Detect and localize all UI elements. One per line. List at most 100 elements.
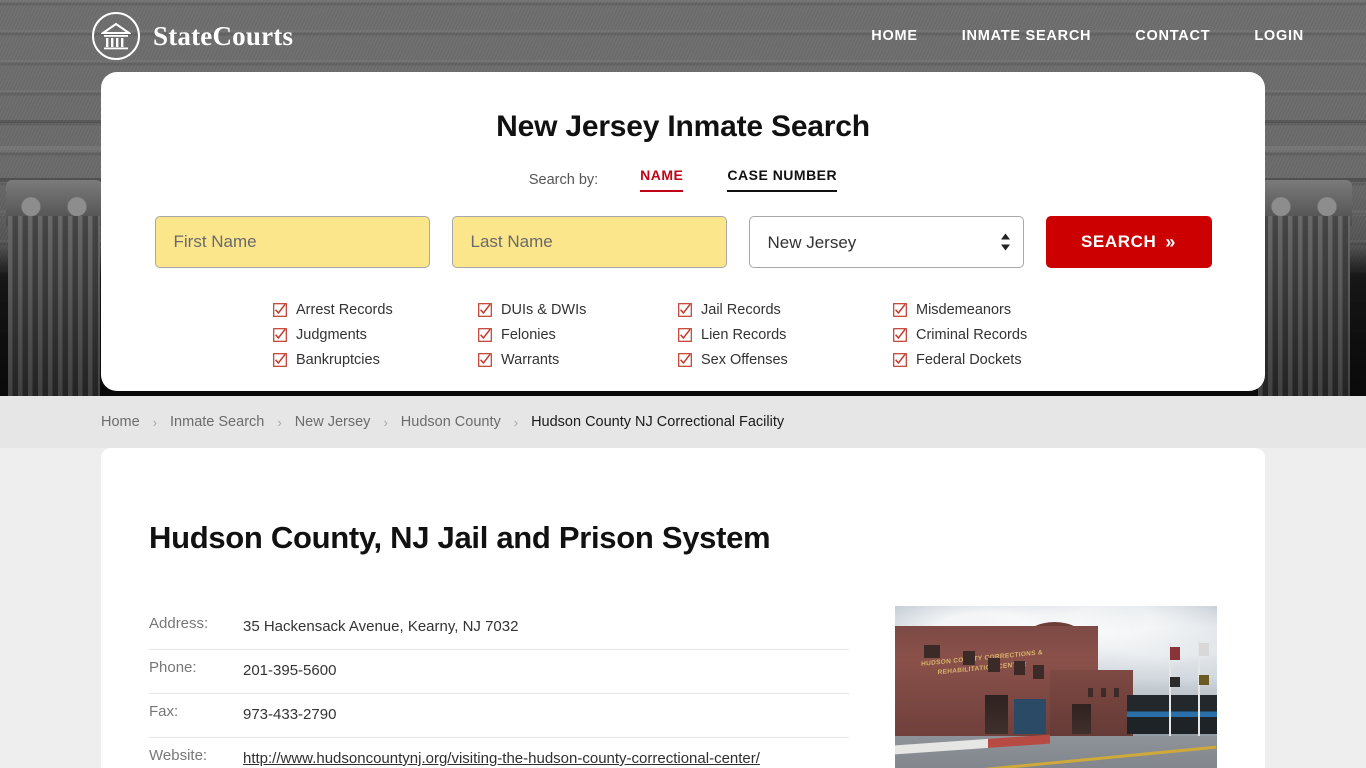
hero-banner: COURTHOUSE StateCourts HOME INMATE SEAR bbox=[0, 0, 1366, 396]
facility-info-key: Fax: bbox=[149, 703, 179, 720]
checked-box-icon bbox=[273, 353, 287, 367]
facility-info-row: Phone: 201-395-5600 bbox=[149, 650, 849, 694]
photo-entry-bay bbox=[985, 695, 1008, 735]
record-type-label: Federal Dockets bbox=[916, 352, 1022, 368]
facility-info-value: 973-433-2790 bbox=[243, 706, 337, 723]
photo-window bbox=[1101, 687, 1107, 697]
inmate-search-card: New Jersey Inmate Search Search by: NAME… bbox=[101, 72, 1265, 391]
record-type-item[interactable]: Bankruptcies bbox=[273, 348, 478, 372]
photo-flag bbox=[1170, 646, 1181, 660]
facility-info-link[interactable]: http://www.hudsoncountynj.org/visiting-t… bbox=[243, 750, 760, 767]
breadcrumb-item-current: Hudson County NJ Correctional Facility bbox=[531, 414, 785, 430]
photo-window bbox=[1014, 661, 1026, 676]
checked-box-icon bbox=[893, 353, 907, 367]
facility-body: Address: 35 Hackensack Avenue, Kearny, NJ… bbox=[149, 606, 1217, 768]
record-type-label: Sex Offenses bbox=[701, 352, 788, 368]
photo-window bbox=[1033, 664, 1044, 679]
record-type-item[interactable]: Lien Records bbox=[678, 323, 893, 347]
record-type-item[interactable]: Jail Records bbox=[678, 298, 893, 322]
search-card-title: New Jersey Inmate Search bbox=[496, 110, 870, 143]
photo-flag bbox=[1199, 675, 1210, 686]
top-navigation-bar: StateCourts HOME INMATE SEARCH CONTACT L… bbox=[0, 0, 1366, 72]
record-type-label: Lien Records bbox=[701, 327, 787, 343]
breadcrumb-item[interactable]: Home bbox=[101, 414, 140, 430]
search-button-label: SEARCH bbox=[1080, 232, 1157, 251]
record-type-item[interactable]: Judgments bbox=[273, 323, 478, 347]
last-name-input[interactable] bbox=[451, 216, 727, 268]
facility-info-row: Website: http://www.hudsoncountynj.org/vi… bbox=[149, 738, 849, 768]
double-chevron-right-icon: » bbox=[1165, 231, 1176, 252]
breadcrumb-item[interactable]: New Jersey bbox=[295, 414, 371, 430]
checked-box-icon bbox=[478, 353, 492, 367]
search-form: New Jersey SEARCH » bbox=[149, 216, 1217, 268]
first-name-input[interactable] bbox=[154, 216, 430, 268]
breadcrumb-separator-icon: › bbox=[152, 414, 158, 430]
breadcrumb: Home › Inmate Search › New Jersey › Hudson Cou… bbox=[0, 396, 1366, 448]
checked-box-icon bbox=[678, 303, 692, 317]
photo-window bbox=[988, 657, 1000, 672]
nav-item-home[interactable]: HOME bbox=[871, 28, 918, 44]
main-nav: HOME INMATE SEARCH CONTACT LOGIN bbox=[871, 28, 1304, 44]
record-type-label: Misdemeanors bbox=[916, 302, 1012, 318]
facility-info-row: Address: 35 Hackensack Avenue, Kearny, NJ… bbox=[149, 606, 849, 650]
photo-window bbox=[962, 650, 976, 665]
record-type-item[interactable]: Warrants bbox=[478, 348, 678, 372]
column-right bbox=[1258, 216, 1350, 396]
facility-info-key: Address: bbox=[149, 615, 209, 632]
tab-name[interactable]: NAME bbox=[640, 167, 684, 192]
record-type-item[interactable]: Misdemeanors bbox=[893, 298, 1093, 322]
record-type-label: DUIs & DWIs bbox=[501, 302, 587, 318]
breadcrumb-separator-icon: › bbox=[277, 414, 282, 430]
record-type-item[interactable]: Federal Dockets bbox=[893, 348, 1093, 372]
checked-box-icon bbox=[678, 328, 692, 342]
photo-window bbox=[923, 645, 941, 658]
facility-content-card: Hudson County, NJ Jail and Prison System… bbox=[101, 448, 1265, 768]
record-type-item[interactable]: Sex Offenses bbox=[678, 348, 893, 372]
nav-item-inmate-search[interactable]: INMATE SEARCH bbox=[962, 28, 1092, 44]
record-type-label: Felonies bbox=[501, 327, 556, 343]
tab-case-number[interactable]: CASE NUMBER bbox=[727, 167, 838, 192]
breadcrumb-item[interactable]: Inmate Search bbox=[170, 414, 264, 430]
checked-box-icon bbox=[893, 328, 907, 342]
column-left bbox=[8, 216, 100, 396]
facility-info-value: 35 Hackensack Avenue, Kearny, NJ 7032 bbox=[243, 618, 519, 635]
brand-logo[interactable]: StateCourts bbox=[92, 12, 293, 60]
checked-box-icon bbox=[273, 303, 287, 317]
photo-flag bbox=[1199, 643, 1210, 657]
photo-window bbox=[1088, 687, 1094, 697]
brand-name: StateCourts bbox=[153, 20, 294, 51]
facility-info-table: Address: 35 Hackensack Avenue, Kearny, NJ… bbox=[149, 606, 849, 768]
photo-main-entrance bbox=[1014, 698, 1047, 735]
record-type-label: Criminal Records bbox=[916, 327, 1028, 343]
nav-item-contact[interactable]: CONTACT bbox=[1135, 28, 1210, 44]
search-by-label: Search by: bbox=[528, 171, 599, 188]
facility-info-key: Phone: bbox=[149, 659, 197, 676]
checked-box-icon bbox=[478, 303, 492, 317]
checked-box-icon bbox=[478, 328, 492, 342]
facility-info-key: Website: bbox=[149, 747, 208, 764]
nav-item-login[interactable]: LOGIN bbox=[1254, 28, 1304, 44]
record-type-label: Warrants bbox=[501, 352, 560, 368]
search-button[interactable]: SEARCH » bbox=[1045, 216, 1212, 268]
record-type-list: Arrest Records DUIs & DWIs Jail Records Mis… bbox=[149, 298, 1217, 372]
photo-flag bbox=[1170, 677, 1181, 688]
state-select-wrapper: New Jersey bbox=[748, 216, 1024, 268]
record-type-item[interactable]: Criminal Records bbox=[893, 323, 1093, 347]
facility-info-value[interactable]: http://www.hudsoncountynj.org/visiting-t… bbox=[243, 747, 760, 768]
checked-box-icon bbox=[678, 353, 692, 367]
breadcrumb-item[interactable]: Hudson County bbox=[401, 414, 501, 430]
page-title: Hudson County, NJ Jail and Prison System bbox=[149, 520, 771, 555]
record-type-item[interactable]: Felonies bbox=[478, 323, 678, 347]
facility-info-value: 201-395-5600 bbox=[243, 662, 337, 679]
state-select[interactable]: New Jersey bbox=[748, 216, 1024, 268]
record-type-item[interactable]: DUIs & DWIs bbox=[478, 298, 678, 322]
photo-perimeter-wall bbox=[1126, 695, 1217, 735]
hudson-county-correctional-facility-photo: Hudson County Corrections & Rehabilitati… bbox=[895, 606, 1217, 768]
photo-window bbox=[1113, 687, 1120, 697]
facility-info-row: Fax: 973-433-2790 bbox=[149, 694, 849, 738]
courthouse-icon bbox=[92, 12, 140, 60]
record-type-item[interactable]: Arrest Records bbox=[273, 298, 478, 322]
checked-box-icon bbox=[273, 328, 287, 342]
record-type-label: Arrest Records bbox=[296, 302, 393, 318]
breadcrumb-separator-icon: › bbox=[513, 414, 519, 430]
